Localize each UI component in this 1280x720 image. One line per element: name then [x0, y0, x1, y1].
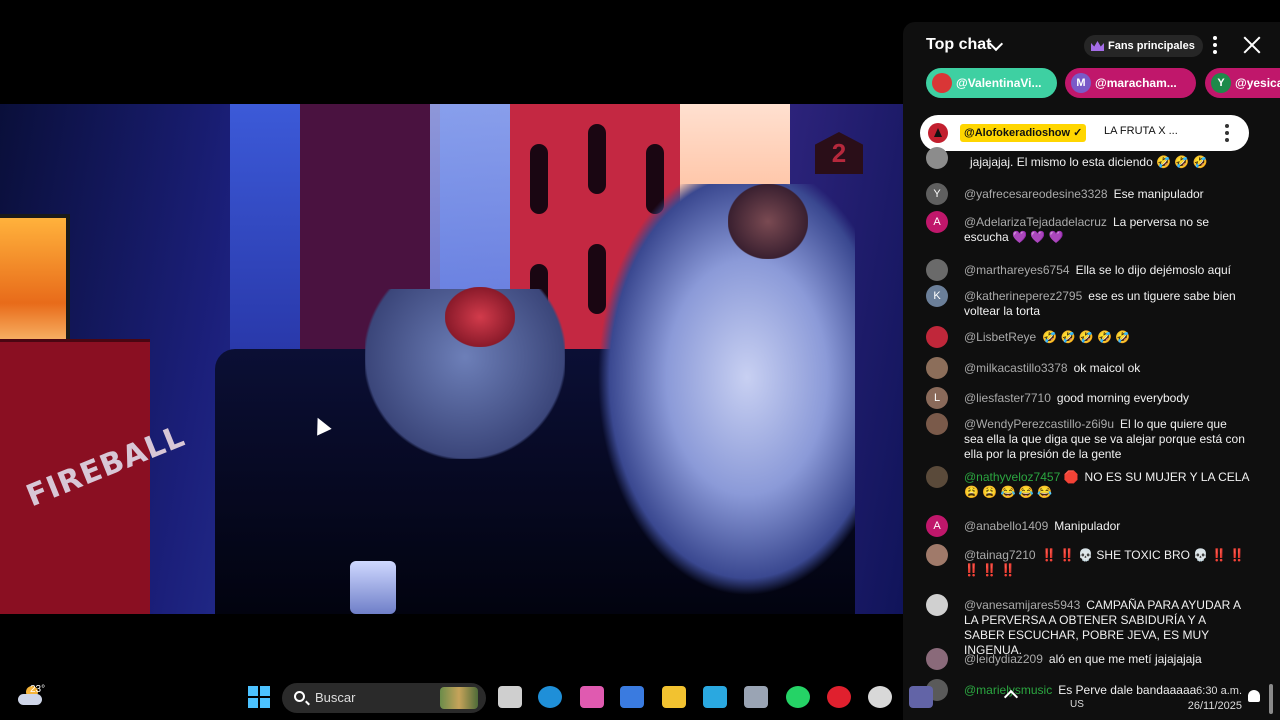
app-icon[interactable] [703, 686, 727, 708]
ticker-name: @yesica [1235, 76, 1280, 90]
search-icon [294, 691, 305, 702]
ticker-bar: @ValentinaVi... M @maracham... Y @yesica [926, 68, 1280, 100]
message-author[interactable]: @marthareyes6754 [964, 263, 1070, 277]
task-view-icon[interactable] [498, 686, 522, 708]
message-author[interactable]: @LisbetReye [964, 330, 1036, 344]
message-author[interactable]: @katherineperez2795 [964, 289, 1082, 303]
avatar: Y [1211, 73, 1231, 93]
fans-principales-button[interactable]: Fans principales [1084, 35, 1203, 57]
copilot-icon[interactable] [580, 686, 604, 708]
file-explorer-icon[interactable] [662, 686, 686, 708]
message-author[interactable]: @milkacastillo3378 [964, 361, 1068, 375]
avatar[interactable] [926, 648, 948, 670]
fans-label: Fans principales [1108, 40, 1195, 52]
search-placeholder: Buscar [315, 690, 356, 705]
ticker-pill[interactable]: M @maracham... [1065, 68, 1196, 98]
channel-badge: 2 [815, 132, 863, 174]
message-text: Es Perve dale bandaaaaa [1058, 683, 1197, 697]
ticker-pill[interactable]: Y @yesica [1205, 68, 1280, 98]
system-clock[interactable]: 6:30 a.m. 26/11/2025 [1180, 684, 1242, 714]
ticker-pill[interactable]: @ValentinaVi... [926, 68, 1057, 98]
close-icon[interactable] [1243, 36, 1261, 54]
whatsapp-icon[interactable] [786, 686, 810, 708]
message-text: ok maicol ok [1073, 361, 1141, 375]
avatar [928, 123, 948, 143]
avatar[interactable]: K [926, 285, 948, 307]
person-left-head [445, 287, 515, 347]
message-text: Ese manipulador [1113, 187, 1204, 201]
avatar: M [1071, 73, 1091, 93]
avatar[interactable] [926, 594, 948, 616]
teams-icon[interactable] [909, 686, 933, 708]
taskbar-search[interactable]: Buscar [282, 683, 486, 713]
more-options-icon[interactable] [1213, 36, 1217, 54]
pinned-message[interactable]: @Alofokeradioshow ✓ LA FRUTA X ... [920, 115, 1249, 151]
person-right-head [728, 184, 808, 259]
pinned-text: LA FRUTA X ... [1104, 125, 1178, 137]
avatar[interactable]: L [926, 387, 948, 409]
avatar[interactable]: Y [926, 183, 948, 205]
message-text: good morning everybody [1056, 391, 1189, 405]
message-author[interactable]: @WendyPerezcastillo-z6i9u [964, 417, 1114, 431]
notification-bell-icon[interactable] [1248, 690, 1260, 702]
windows-start-icon[interactable] [248, 686, 270, 708]
scrollbar[interactable] [1269, 684, 1273, 714]
message-author[interactable]: @liesfaster7710 [964, 391, 1051, 405]
tumbler-cup [350, 561, 396, 614]
settings-icon[interactable] [744, 686, 768, 708]
avatar[interactable] [926, 357, 948, 379]
message-author[interactable]: @tainag7210 [964, 548, 1036, 562]
clock-time: 6:30 a.m. [1196, 685, 1242, 697]
message-text: jajajajaj. El mismo lo esta diciendo 🤣 🤣… [970, 155, 1208, 169]
language-indicator[interactable]: US [1070, 699, 1084, 710]
message-author[interactable]: @anabello1409 [964, 519, 1048, 533]
avatar[interactable]: A [926, 515, 948, 537]
ticker-name: @ValentinaVi... [956, 76, 1042, 90]
ticker-name: @maracham... [1095, 76, 1177, 90]
avatar[interactable] [926, 413, 948, 435]
edge-icon[interactable] [538, 686, 562, 708]
message-author[interactable]: @yafrecesareodesine3328 [964, 187, 1108, 201]
opera-icon[interactable] [827, 686, 851, 708]
avatar[interactable] [926, 259, 948, 281]
more-options-icon[interactable] [1225, 124, 1229, 142]
obs-icon[interactable] [868, 686, 892, 708]
message-author[interactable]: @nathyveloz7457 🛑 [964, 470, 1079, 484]
person-right [585, 184, 855, 614]
crown-icon [1091, 41, 1104, 51]
store-icon[interactable] [620, 686, 644, 708]
chat-header: Top chat Fans principales [903, 22, 1280, 68]
message-author[interactable]: @leidydiaz209 [964, 652, 1043, 666]
avatar[interactable] [926, 466, 948, 488]
clock-date: 26/11/2025 [1187, 700, 1242, 712]
video-player[interactable]: 2 FIREBALL [0, 104, 903, 614]
temperature: 23° [30, 684, 46, 695]
message-text: aló en que me metí jajajajaja [1048, 652, 1202, 666]
search-highlight-icon [440, 687, 478, 709]
message-author[interactable]: @vanesamijares5943 [964, 598, 1080, 612]
message-text: Manipulador [1054, 519, 1121, 533]
live-chat-panel: Top chat Fans principales @ValentinaVi..… [903, 22, 1280, 720]
message-text: 🤣 🤣 🤣 🤣 🤣 [1042, 330, 1131, 344]
chat-mode-selector[interactable]: Top chat [926, 36, 991, 54]
message-author[interactable]: @AdelarizaTejadadelacruz [964, 215, 1107, 229]
pinned-author[interactable]: @Alofokeradioshow ✓ [960, 124, 1087, 142]
avatar[interactable] [926, 544, 948, 566]
avatar[interactable]: A [926, 211, 948, 233]
avatar[interactable] [926, 326, 948, 348]
message-text: Ella se lo dijo dejémoslo aquí [1075, 263, 1232, 277]
avatar[interactable] [926, 147, 948, 169]
avatar [932, 73, 952, 93]
